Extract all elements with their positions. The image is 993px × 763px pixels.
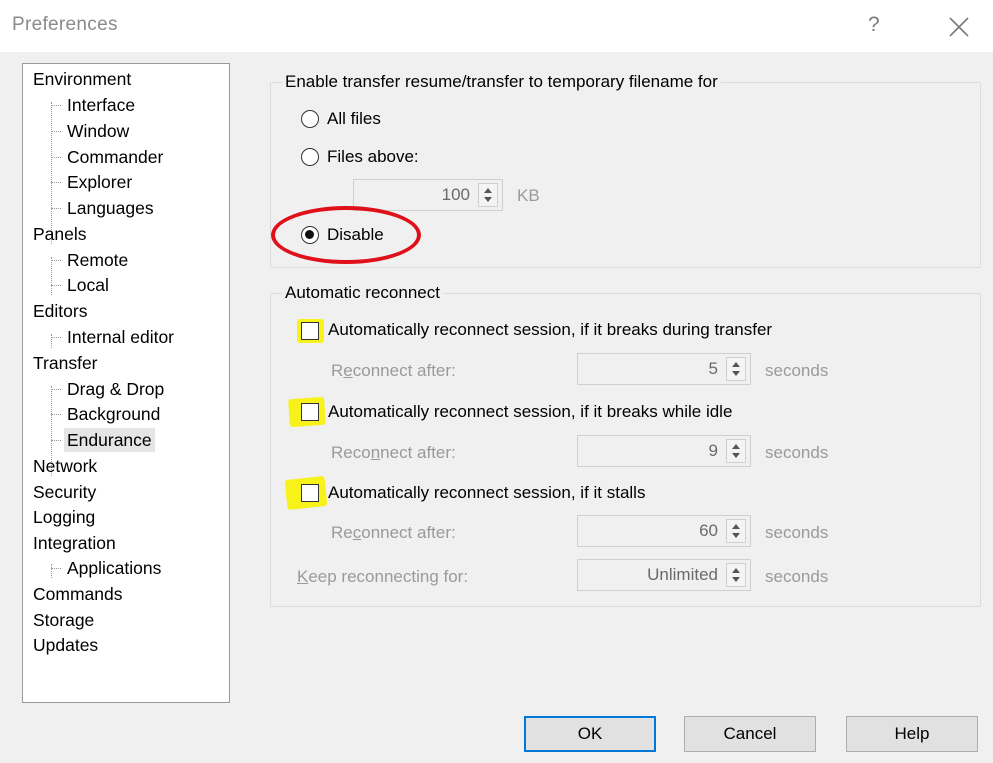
reconnect-idle-value: 9 — [708, 441, 718, 460]
radio-disable-label[interactable]: Disable — [327, 224, 384, 246]
reconnect-idle-spinner[interactable]: 9 — [577, 435, 751, 467]
reconnect-after-label-stalls: Reconnect after: — [331, 523, 456, 542]
window-title: Preferences — [12, 14, 118, 35]
tree-item-window[interactable]: Window — [67, 119, 129, 143]
help-title-button[interactable]: ? — [868, 13, 880, 37]
tree-connector — [51, 182, 61, 183]
spinner-buttons[interactable] — [726, 439, 746, 463]
tree-item-logging[interactable]: Logging — [33, 505, 95, 529]
tree-connector — [51, 414, 61, 415]
radio-files-above[interactable] — [301, 148, 319, 166]
tree-connector — [51, 389, 61, 390]
tree-connector — [51, 285, 61, 286]
spinner-buttons[interactable] — [726, 357, 746, 381]
tree-connector — [51, 105, 61, 106]
tree-item-security[interactable]: Security — [33, 480, 96, 504]
spinner-buttons[interactable] — [478, 183, 498, 207]
reconnect-stalls-value: 60 — [699, 521, 718, 540]
close-icon[interactable] — [944, 12, 974, 42]
checkbox-reconnect-transfer[interactable] — [301, 322, 319, 340]
reconnect-transfer-unit: seconds — [765, 361, 829, 380]
ok-button[interactable]: OK — [524, 716, 656, 752]
tree-item-environment[interactable]: Environment — [33, 67, 131, 91]
tree-item-drag-drop[interactable]: Drag & Drop — [67, 377, 164, 401]
cancel-button[interactable]: Cancel — [684, 716, 816, 752]
tree-connector — [51, 260, 61, 261]
spinner-buttons[interactable] — [726, 519, 746, 543]
tree-connector — [51, 208, 61, 209]
spin-down-icon[interactable] — [732, 577, 740, 582]
tree-item-updates[interactable]: Updates — [33, 633, 98, 657]
tree-item-interface[interactable]: Interface — [67, 93, 135, 117]
reconnect-after-label-transfer: Reconnect after: — [331, 361, 456, 380]
checkbox-reconnect-idle[interactable] — [301, 403, 319, 421]
spinner-buttons[interactable] — [726, 563, 746, 587]
radio-disable[interactable] — [301, 226, 319, 244]
reconnect-idle-unit: seconds — [765, 443, 829, 462]
radio-all-files-label[interactable]: All files — [327, 108, 381, 130]
help-button[interactable]: Help — [846, 716, 978, 752]
spin-down-icon[interactable] — [484, 197, 492, 202]
checkbox-reconnect-stalls-label[interactable]: Automatically reconnect session, if it s… — [328, 482, 645, 504]
tree-item-remote[interactable]: Remote — [67, 248, 128, 272]
tree-connector — [51, 564, 52, 578]
tree-item-commander[interactable]: Commander — [67, 145, 163, 169]
tree-item-panels[interactable]: Panels — [33, 222, 87, 246]
tree-connector — [51, 257, 52, 295]
spin-up-icon[interactable] — [732, 362, 740, 367]
tree-item-internal-editor[interactable]: Internal editor — [67, 325, 174, 349]
title-bar: Preferences ? — [0, 0, 993, 52]
reconnect-group-title: Automatic reconnect — [282, 283, 443, 303]
tree-connector — [51, 157, 61, 158]
tree-connector — [51, 131, 61, 132]
files-above-size-value: 100 — [441, 185, 470, 204]
reconnect-transfer-spinner[interactable]: 5 — [577, 353, 751, 385]
spin-up-icon[interactable] — [732, 444, 740, 449]
radio-files-above-label[interactable]: Files above: — [327, 146, 419, 168]
tree-item-integration[interactable]: Integration — [33, 531, 116, 555]
keep-reconnecting-value: Unlimited — [647, 565, 718, 584]
files-above-unit: KB — [517, 186, 540, 205]
tree-item-transfer[interactable]: Transfer — [33, 351, 98, 375]
resume-group-title: Enable transfer resume/transfer to tempo… — [282, 72, 721, 92]
tree-item-commands[interactable]: Commands — [33, 582, 122, 606]
tree-item-languages[interactable]: Languages — [67, 196, 154, 220]
keep-reconnecting-label: Keep reconnecting for: — [297, 567, 469, 586]
tree-item-background[interactable]: Background — [67, 402, 160, 426]
reconnect-stalls-spinner[interactable]: 60 — [577, 515, 751, 547]
tree-connector — [51, 337, 61, 338]
tree-item-editors[interactable]: Editors — [33, 299, 87, 323]
tree-item-storage[interactable]: Storage — [33, 608, 94, 632]
reconnect-transfer-value: 5 — [708, 359, 718, 378]
preferences-tree[interactable]: Environment Interface Window Commander E… — [22, 63, 230, 703]
tree-item-local[interactable]: Local — [67, 273, 109, 297]
spin-up-icon[interactable] — [732, 568, 740, 573]
tree-connector — [51, 568, 61, 569]
tree-connector — [51, 440, 61, 441]
keep-reconnecting-spinner[interactable]: Unlimited — [577, 559, 751, 591]
checkbox-reconnect-stalls[interactable] — [301, 484, 319, 502]
reconnect-after-label-idle: Reconnect after: — [331, 443, 456, 462]
files-above-size-spinner[interactable]: 100 — [353, 179, 503, 211]
spin-down-icon[interactable] — [732, 453, 740, 458]
tree-item-endurance[interactable]: Endurance — [64, 428, 155, 452]
spin-down-icon[interactable] — [732, 533, 740, 538]
tree-item-explorer[interactable]: Explorer — [67, 170, 132, 194]
tree-item-network[interactable]: Network — [33, 454, 97, 478]
checkbox-reconnect-idle-label[interactable]: Automatically reconnect session, if it b… — [328, 401, 732, 423]
keep-reconnecting-unit: seconds — [765, 567, 829, 586]
checkbox-reconnect-transfer-label[interactable]: Automatically reconnect session, if it b… — [328, 319, 772, 341]
radio-all-files[interactable] — [301, 110, 319, 128]
tree-item-applications[interactable]: Applications — [67, 556, 161, 580]
spin-up-icon[interactable] — [484, 188, 492, 193]
spin-down-icon[interactable] — [732, 371, 740, 376]
reconnect-stalls-unit: seconds — [765, 523, 829, 542]
spin-up-icon[interactable] — [732, 524, 740, 529]
